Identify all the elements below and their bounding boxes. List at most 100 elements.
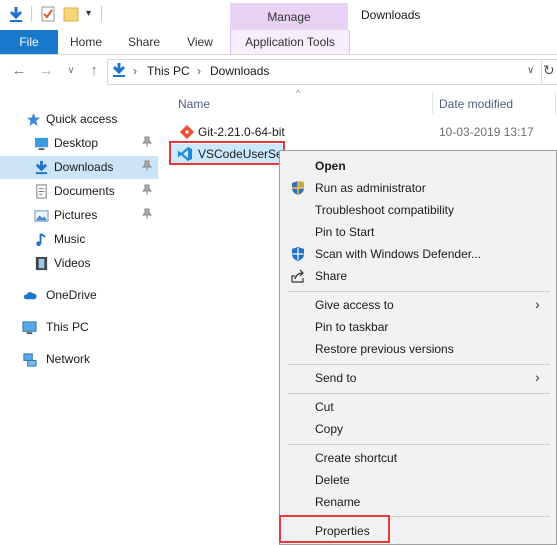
menu-separator (288, 364, 550, 365)
sidebar-label: Videos (54, 256, 91, 270)
shield-icon (292, 181, 304, 195)
file-row[interactable]: Git-2.21.0-64-bit 10-03-2019 13:17 (172, 122, 557, 142)
tab-home[interactable]: Home (62, 30, 110, 54)
sidebar-item-downloads[interactable]: Downloads (0, 156, 158, 179)
tab-application-tools[interactable]: Application Tools (230, 30, 350, 54)
recent-locations-icon[interactable]: ∨ (62, 62, 80, 80)
menu-item-label: Copy (315, 422, 344, 436)
sidebar-label: Quick access (46, 112, 118, 126)
menu-item-label: Run as administrator (315, 181, 426, 195)
menu-separator (288, 444, 550, 445)
menu-item-give-access-to[interactable]: Give access to › (280, 294, 556, 316)
menu-item-run-as-administrator[interactable]: Run as administrator (280, 177, 556, 199)
address-dropdown-icon[interactable]: ∨ (527, 65, 534, 76)
menu-item-troubleshoot-compatibility[interactable]: Troubleshoot compatibility (280, 199, 556, 221)
pin-icon[interactable] (142, 136, 152, 148)
sidebar-item-onedrive[interactable]: OneDrive (0, 284, 158, 307)
sidebar-label: Music (54, 232, 86, 246)
sidebar-label: OneDrive (46, 288, 97, 302)
column-divider[interactable] (432, 92, 433, 114)
sidebar-label: Network (46, 352, 91, 366)
menu-item-rename[interactable]: Rename (280, 491, 556, 513)
column-divider[interactable] (555, 92, 556, 114)
qat-divider (31, 6, 32, 22)
menu-item-create-shortcut[interactable]: Create shortcut (280, 447, 556, 469)
sidebar-label: Documents (54, 184, 115, 198)
film-icon (35, 256, 48, 271)
sidebar-label: Downloads (54, 160, 114, 174)
pin-icon[interactable] (142, 184, 152, 196)
menu-item-restore-previous-versions[interactable]: Restore previous versions (280, 338, 556, 360)
sidebar-item-this-pc[interactable]: This PC (0, 316, 158, 339)
sidebar-item-videos[interactable]: Videos (0, 252, 158, 275)
window-title: Downloads (361, 8, 421, 22)
sidebar-item-music[interactable]: Music (0, 228, 158, 251)
manage-label: Manage (267, 10, 311, 24)
sidebar-item-network[interactable]: Network (0, 348, 158, 371)
menu-item-cut[interactable]: Cut (280, 396, 556, 418)
sidebar-label: Pictures (54, 208, 98, 222)
sidebar-item-desktop[interactable]: Desktop (0, 132, 158, 155)
breadcrumb-downloads[interactable]: Downloads (210, 64, 269, 78)
forward-arrow-icon[interactable]: → (37, 62, 55, 80)
cloud-icon (23, 292, 37, 300)
pin-icon[interactable] (142, 208, 152, 220)
defender-icon (292, 247, 304, 261)
pin-icon[interactable] (142, 160, 152, 172)
download-arrow-icon (35, 160, 48, 175)
menu-item-pin-to-start[interactable]: Pin to Start (280, 221, 556, 243)
sidebar-item-quick-access[interactable]: Quick access (0, 108, 158, 131)
menu-item-open[interactable]: Open (280, 155, 556, 177)
downloads-location-icon (112, 63, 126, 77)
sort-ascending-icon: ^ (296, 88, 301, 98)
properties-check-icon[interactable] (40, 5, 56, 23)
menu-item-label: Restore previous versions (315, 342, 454, 356)
menu-item-label: Open (315, 159, 346, 173)
menu-item-label: Rename (315, 495, 361, 509)
menu-item-pin-to-taskbar[interactable]: Pin to taskbar (280, 316, 556, 338)
submenu-arrow-icon: › (535, 369, 540, 385)
back-arrow-icon[interactable]: ← (10, 62, 28, 80)
menu-separator (288, 291, 550, 292)
highlight-box-properties (279, 515, 390, 543)
tab-view[interactable]: View (178, 30, 222, 54)
menu-item-label: Pin to Start (315, 225, 375, 239)
menu-item-delete[interactable]: Delete (280, 469, 556, 491)
menu-item-send-to[interactable]: Send to › (280, 367, 556, 389)
qat-customize-icon[interactable]: ▾ (86, 8, 91, 19)
menu-item-label: Scan with Windows Defender... (315, 247, 482, 261)
menu-item-label: Share (315, 269, 348, 283)
refresh-icon: ↻ (543, 62, 555, 78)
up-arrow-icon[interactable]: ↑ (85, 62, 103, 80)
menu-item-copy[interactable]: Copy (280, 418, 556, 440)
menu-item-label: Send to (315, 371, 357, 385)
star-icon (26, 112, 41, 127)
highlight-box-selected-file (169, 141, 285, 165)
menu-item-label: Troubleshoot compatibility (315, 203, 454, 217)
file-date: 10-03-2019 13:17 (439, 125, 534, 139)
breadcrumb-this-pc[interactable]: This PC (147, 64, 190, 78)
column-header-name[interactable]: Name (178, 97, 210, 111)
download-quick-icon[interactable] (8, 6, 24, 24)
menu-item-label: Give access to (315, 298, 394, 312)
tab-file[interactable]: File (0, 30, 58, 54)
menu-item-scan-windows-defender[interactable]: Scan with Windows Defender... (280, 243, 556, 265)
menu-item-share[interactable]: Share (280, 265, 556, 287)
breadcrumb-separator-icon: › (197, 64, 201, 78)
menu-item-label: Create shortcut (315, 451, 398, 465)
new-folder-icon[interactable] (63, 5, 79, 23)
sidebar-item-pictures[interactable]: Pictures (0, 204, 158, 227)
tab-share[interactable]: Share (120, 30, 168, 54)
documents-icon (36, 184, 47, 199)
share-icon (291, 269, 304, 283)
column-header-date-modified[interactable]: Date modified (439, 97, 513, 111)
navigation-pane: Quick access Desktop Downloads Documents… (0, 92, 160, 545)
sidebar-label: Desktop (54, 136, 99, 150)
menu-item-label: Cut (315, 400, 334, 414)
sidebar-item-documents[interactable]: Documents (0, 180, 158, 203)
computer-icon (22, 321, 37, 335)
pictures-icon (34, 210, 49, 222)
menu-separator (288, 393, 550, 394)
submenu-arrow-icon: › (535, 296, 540, 312)
menu-item-label: Delete (315, 473, 350, 487)
